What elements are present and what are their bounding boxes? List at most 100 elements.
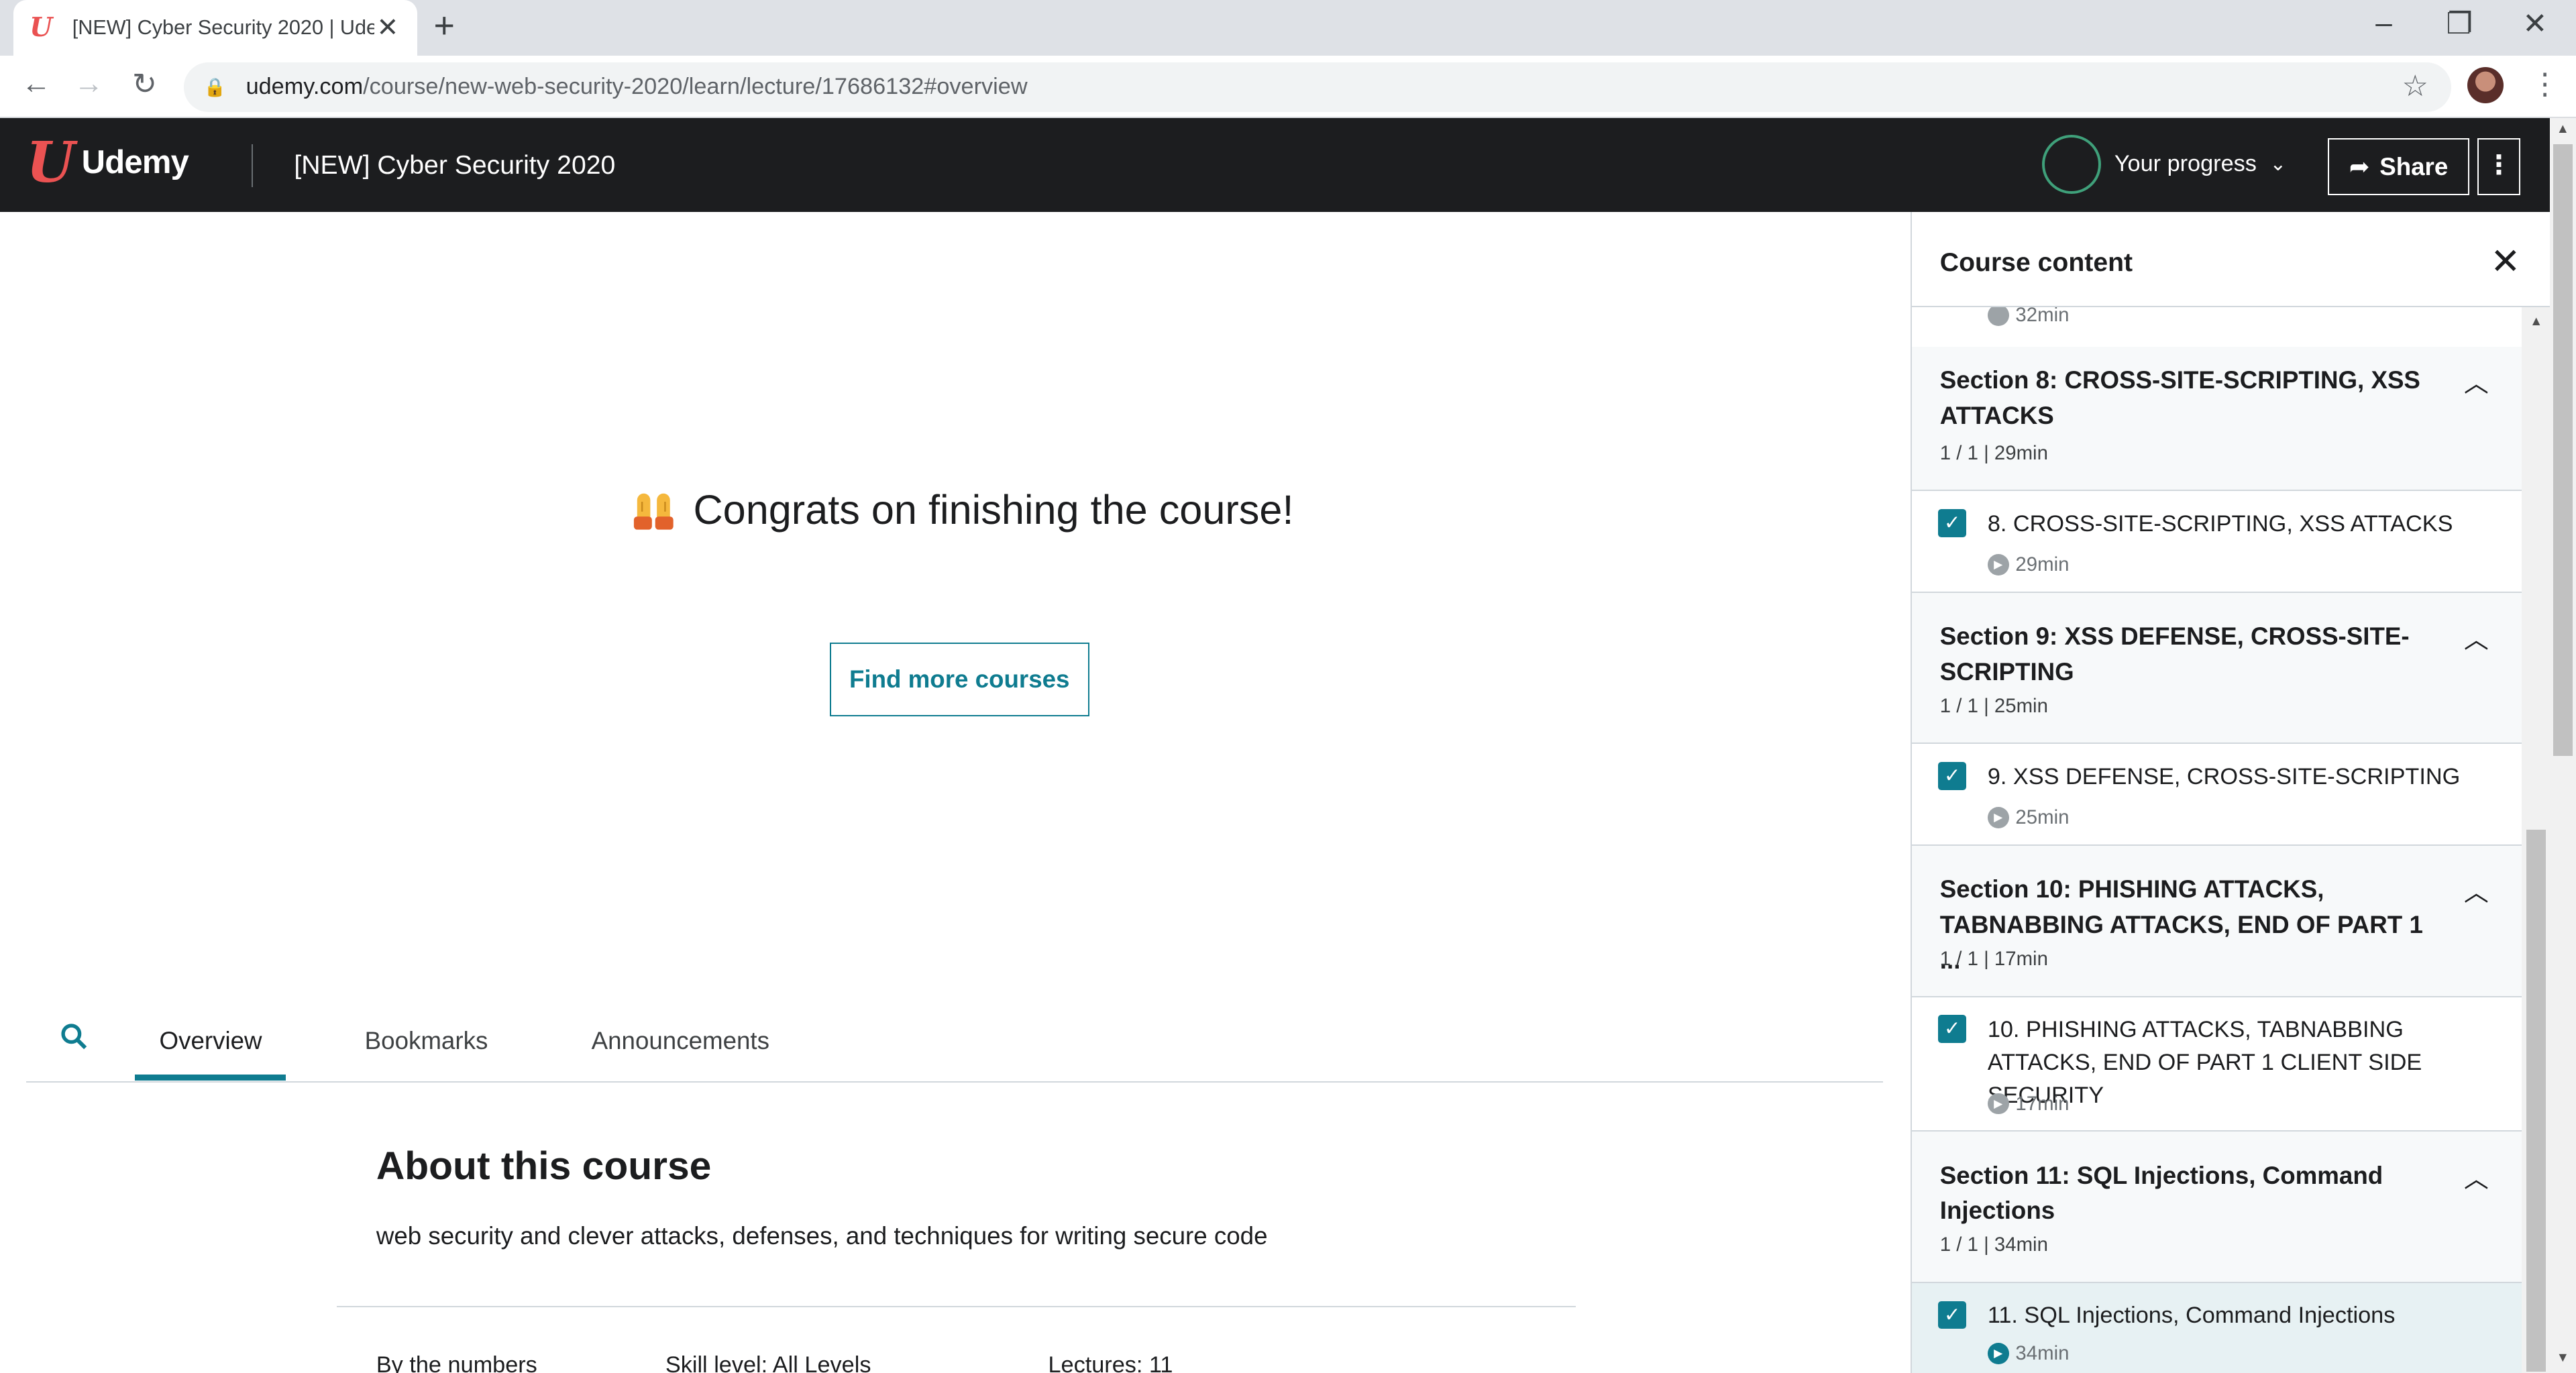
prev-lecture-duration: 32min bbox=[1987, 304, 2070, 327]
section-meta: 1 / 1 | 29min bbox=[1939, 441, 2048, 464]
section-title: Section 9: XSS DEFENSE, CROSS-SITE-SCRIP… bbox=[1939, 622, 2410, 685]
course-tabs: Overview Bookmarks Announcements bbox=[26, 1005, 1883, 1083]
find-more-courses-button[interactable]: Find more courses bbox=[829, 642, 1089, 716]
browser-menu-icon[interactable]: ⋮ bbox=[2530, 67, 2559, 101]
scroll-up-arrow-icon[interactable]: ▲ bbox=[2557, 121, 2569, 137]
more-options-button[interactable]: ⋮ bbox=[2477, 138, 2520, 196]
play-icon: ▶ bbox=[1987, 1342, 2009, 1364]
section-title: Section 8: CROSS-SITE-SCRIPTING, XSS ATT… bbox=[1939, 366, 2420, 429]
udemy-logo-text: Udemy bbox=[81, 144, 189, 181]
minimize-icon[interactable]: – bbox=[2346, 7, 2422, 40]
lecture-duration: ▶ 17min bbox=[1987, 1092, 2070, 1115]
stat-by-numbers: By the numbers bbox=[376, 1352, 537, 1373]
lecture-duration: ▶ 25min bbox=[1987, 806, 2070, 829]
chevron-up-icon[interactable]: ︿ bbox=[2464, 619, 2489, 655]
page-scrollbar-thumb[interactable] bbox=[2553, 144, 2573, 756]
lecture-item[interactable]: ✓ 9. XSS DEFENSE, CROSS-SITE-SCRIPTING ▶… bbox=[1912, 744, 2522, 846]
duration-text: 25min bbox=[2015, 806, 2070, 829]
reload-icon[interactable]: ↻ bbox=[125, 67, 164, 101]
progress-dropdown[interactable]: Your progress ⌄ bbox=[2042, 134, 2287, 194]
lecture-item[interactable]: ✓ 8. CROSS-SITE-SCRIPTING, XSS ATTACKS ▶… bbox=[1912, 491, 2522, 594]
sidebar-scroll-area[interactable]: 32min Section 8: CROSS-SITE-SCRIPTING, X… bbox=[1912, 304, 2522, 1373]
course-title-link[interactable]: [NEW] Cyber Security 2020 bbox=[294, 151, 615, 180]
chevron-up-icon[interactable]: ︿ bbox=[2464, 1158, 2489, 1195]
profile-avatar[interactable] bbox=[2467, 67, 2504, 104]
lecture-title: 8. CROSS-SITE-SCRIPTING, XSS ATTACKS bbox=[1987, 510, 2453, 537]
browser-tab[interactable]: U [NEW] Cyber Security 2020 | Udemy ✕ bbox=[13, 0, 418, 56]
lecture-title: 11. SQL Injections, Command Injections bbox=[1987, 1303, 2396, 1329]
browser-toolbar: ← → ↻ 🔒 udemy.com/course/new-web-securit… bbox=[0, 56, 2576, 119]
play-icon: ▶ bbox=[1987, 807, 2009, 829]
tab-overview[interactable]: Overview bbox=[160, 1027, 262, 1055]
share-button[interactable]: ➦ Share bbox=[2328, 138, 2469, 196]
congrats-text: Congrats on finishing the course! bbox=[693, 486, 1294, 533]
chevron-up-icon[interactable]: ︿ bbox=[2464, 872, 2489, 908]
duration-text: 29min bbox=[2015, 553, 2070, 576]
section-8-header[interactable]: Section 8: CROSS-SITE-SCRIPTING, XSS ATT… bbox=[1912, 346, 2522, 492]
play-icon: ▶ bbox=[1987, 1093, 2009, 1115]
section-9-header[interactable]: Section 9: XSS DEFENSE, CROSS-SITE-SCRIP… bbox=[1912, 593, 2522, 745]
tab-title: [NEW] Cyber Security 2020 | Udemy bbox=[72, 16, 375, 40]
lock-icon[interactable]: 🔒 bbox=[204, 76, 227, 98]
lecture-title: 9. XSS DEFENSE, CROSS-SITE-SCRIPTING bbox=[1987, 763, 2461, 789]
bookmark-star-icon[interactable]: ☆ bbox=[2402, 69, 2428, 103]
tab-bookmarks[interactable]: Bookmarks bbox=[365, 1027, 488, 1055]
completed-checkbox[interactable]: ✓ bbox=[1938, 509, 1966, 537]
chevron-up-icon[interactable]: ︿ bbox=[2464, 363, 2489, 399]
browser-tabbar: U [NEW] Cyber Security 2020 | Udemy ✕ + … bbox=[0, 0, 2576, 56]
completed-checkbox[interactable]: ✓ bbox=[1938, 1015, 1966, 1044]
forward-icon[interactable]: → bbox=[69, 67, 109, 101]
chevron-down-icon: ⌄ bbox=[2269, 153, 2287, 176]
section-10-header[interactable]: Section 10: PHISHING ATTACKS, TABNABBING… bbox=[1912, 846, 2522, 997]
header-divider bbox=[251, 144, 254, 188]
udemy-logo[interactable]: U Udemy bbox=[26, 129, 189, 195]
course-content-sidebar: 32min Section 8: CROSS-SITE-SCRIPTING, X… bbox=[1911, 211, 2550, 1373]
duration-text: 34min bbox=[2015, 1341, 2070, 1364]
completed-checkbox[interactable]: ✓ bbox=[1938, 762, 1966, 790]
sidebar-title: Course content bbox=[1939, 248, 2133, 277]
lecture-item-current[interactable]: ✓ 11. SQL Injections, Command Injections… bbox=[1912, 1282, 2522, 1373]
congrats-message: Congrats on finishing the course! bbox=[631, 486, 1293, 533]
close-sidebar-icon[interactable]: ✕ bbox=[2490, 240, 2520, 282]
raising-hands-icon bbox=[634, 493, 674, 530]
progress-ring-icon bbox=[2042, 134, 2102, 194]
url-domain: udemy.com bbox=[246, 74, 364, 100]
close-tab-icon[interactable]: ✕ bbox=[374, 13, 400, 43]
stat-skill-level: Skill level: All Levels bbox=[665, 1352, 871, 1373]
tab-announcements[interactable]: Announcements bbox=[592, 1027, 769, 1055]
about-title: About this course bbox=[376, 1144, 712, 1188]
restore-icon[interactable]: ❐ bbox=[2422, 7, 2498, 41]
udemy-logo-icon: U bbox=[26, 129, 75, 195]
play-icon: ▶ bbox=[1987, 554, 2009, 576]
lecture-duration: ▶ 29min bbox=[1987, 553, 2070, 576]
completed-checkbox[interactable]: ✓ bbox=[1938, 1301, 1966, 1329]
url-path: /course/new-web-security-2020/learn/lect… bbox=[363, 74, 1028, 100]
address-bar[interactable]: 🔒 udemy.com/course/new-web-security-2020… bbox=[184, 62, 2451, 112]
section-meta: 1 / 1 | 17min bbox=[1939, 948, 2048, 971]
duration-text: 17min bbox=[2015, 1092, 2070, 1115]
lecture-duration: ▶ 34min bbox=[1987, 1341, 2070, 1365]
sidebar-scrollbar-thumb[interactable] bbox=[2526, 829, 2546, 1372]
play-icon bbox=[1987, 305, 2009, 326]
course-header: U Udemy [NEW] Cyber Security 2020 Your p… bbox=[0, 118, 2550, 212]
share-arrow-icon: ➦ bbox=[2349, 153, 2370, 181]
section-11-header[interactable]: Section 11: SQL Injections, Command Inje… bbox=[1912, 1132, 2522, 1283]
lecture-item[interactable]: ✓ 10. PHISHING ATTACKS, TABNABBING ATTAC… bbox=[1912, 997, 2522, 1132]
udemy-favicon-icon: U bbox=[30, 12, 53, 44]
about-description: web security and clever attacks, defense… bbox=[376, 1222, 1268, 1250]
divider bbox=[337, 1305, 1576, 1308]
new-tab-icon[interactable]: + bbox=[434, 7, 455, 44]
section-title: Section 11: SQL Injections, Command Inje… bbox=[1939, 1161, 2383, 1225]
scroll-up-arrow-icon[interactable]: ▲ bbox=[2530, 314, 2542, 329]
search-icon[interactable] bbox=[59, 1022, 89, 1058]
back-icon[interactable]: ← bbox=[16, 67, 56, 101]
close-window-icon[interactable]: ✕ bbox=[2497, 7, 2573, 41]
stat-lectures: Lectures: 11 bbox=[1048, 1352, 1173, 1373]
progress-label: Your progress bbox=[2114, 151, 2257, 177]
scroll-down-arrow-icon[interactable]: ▼ bbox=[2557, 1350, 2569, 1366]
section-meta: 1 / 1 | 25min bbox=[1939, 694, 2048, 717]
active-tab-indicator bbox=[134, 1074, 286, 1081]
duration-text: 32min bbox=[2015, 304, 2070, 327]
page-scrollbar[interactable]: ▲ ▼ bbox=[2549, 118, 2576, 1373]
sidebar-scrollbar[interactable]: ▲ bbox=[2521, 307, 2550, 1373]
